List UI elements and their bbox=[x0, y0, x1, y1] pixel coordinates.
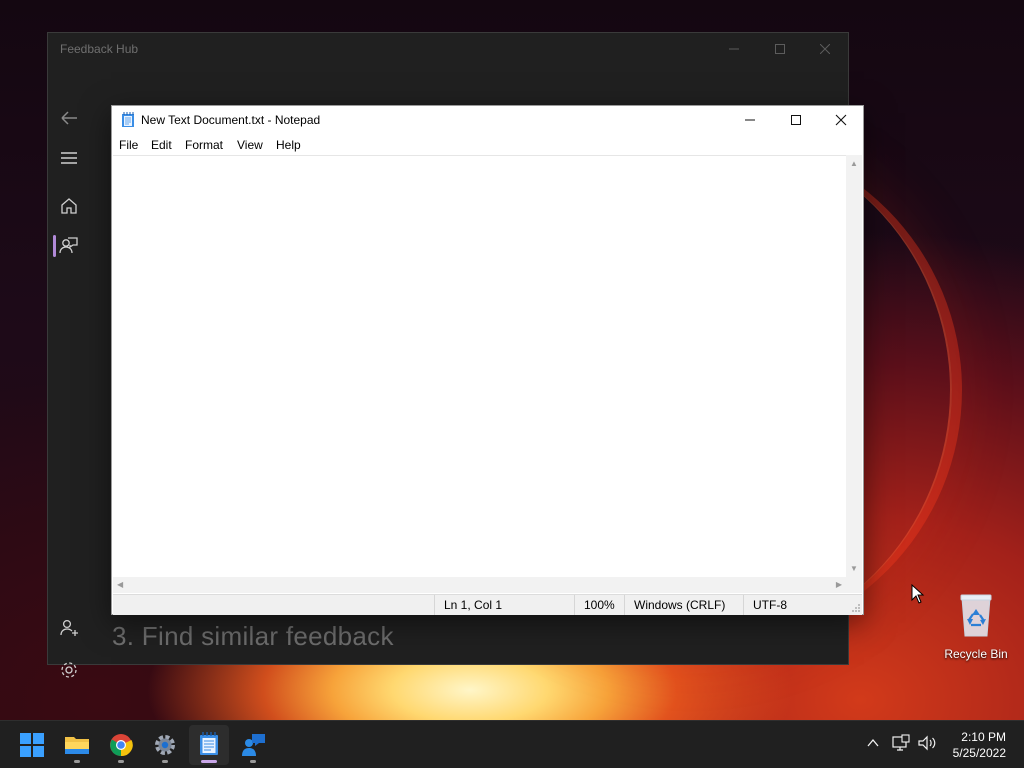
taskbar-chrome[interactable] bbox=[101, 725, 141, 765]
maximize-button[interactable] bbox=[773, 106, 819, 134]
menu-format[interactable]: Format bbox=[185, 138, 223, 152]
start-icon bbox=[20, 733, 44, 757]
step-heading: 3. Find similar feedback bbox=[112, 621, 394, 651]
nav-rail bbox=[48, 65, 90, 678]
taskbar-feedback-hub[interactable] bbox=[233, 725, 273, 765]
status-line-ending: Windows (CRLF) bbox=[624, 595, 743, 615]
nav-home[interactable] bbox=[56, 193, 82, 219]
menu-help[interactable]: Help bbox=[276, 138, 301, 152]
recycle-bin-icon bbox=[960, 594, 992, 637]
back-arrow-icon bbox=[61, 111, 77, 125]
resize-grip-icon[interactable] bbox=[851, 603, 861, 613]
nav-settings[interactable] bbox=[56, 657, 82, 683]
clock-time: 2:10 PM bbox=[961, 730, 1006, 744]
taskbar: 2:10 PM 5/25/2022 bbox=[0, 720, 1024, 768]
chevron-up-icon[interactable] bbox=[866, 736, 880, 750]
scroll-down-icon[interactable]: ▼ bbox=[850, 564, 858, 573]
nav-account[interactable] bbox=[56, 615, 82, 641]
horizontal-scrollbar[interactable]: ◀ ▶ bbox=[113, 577, 846, 593]
status-bar: Ln 1, Col 1 100% Windows (CRLF) UTF-8 bbox=[113, 594, 862, 615]
notepad-icon bbox=[122, 112, 134, 127]
feedback-hub-title: Feedback Hub bbox=[60, 42, 139, 56]
mouse-cursor-icon bbox=[911, 584, 925, 604]
status-encoding: UTF-8 bbox=[743, 595, 853, 615]
hamburger-icon bbox=[61, 152, 77, 164]
taskbar-notepad[interactable] bbox=[189, 725, 229, 765]
running-indicator bbox=[74, 760, 80, 763]
menu-view[interactable]: View bbox=[237, 138, 263, 152]
feedback-hub-titlebar[interactable]: Feedback Hub bbox=[48, 33, 848, 65]
running-indicator bbox=[162, 760, 168, 763]
status-zoom: 100% bbox=[574, 595, 624, 615]
scroll-right-icon[interactable]: ▶ bbox=[836, 580, 842, 589]
vertical-scrollbar[interactable]: ▲ ▼ bbox=[846, 155, 862, 577]
maximize-icon bbox=[775, 44, 785, 54]
gear-icon bbox=[61, 662, 77, 678]
minimize-button[interactable] bbox=[719, 39, 749, 59]
volume-icon[interactable] bbox=[917, 734, 937, 752]
recycle-bin-label: Recycle Bin bbox=[944, 647, 1008, 661]
menu-button[interactable] bbox=[56, 145, 82, 171]
notepad-window: New Text Document.txt - Notepad File Edi… bbox=[111, 105, 864, 615]
start-button[interactable] bbox=[12, 725, 52, 765]
active-indicator bbox=[201, 760, 217, 763]
close-button[interactable] bbox=[810, 39, 840, 59]
notepad-icon bbox=[200, 732, 218, 755]
back-button[interactable] bbox=[56, 105, 82, 131]
chrome-icon bbox=[110, 734, 133, 757]
menu-edit[interactable]: Edit bbox=[151, 138, 172, 152]
taskbar-file-explorer[interactable] bbox=[57, 725, 97, 765]
home-icon bbox=[61, 198, 77, 214]
file-explorer-icon bbox=[65, 737, 89, 754]
window-title: New Text Document.txt - Notepad bbox=[141, 113, 321, 127]
scrollbar-corner bbox=[846, 577, 862, 593]
recycle-bin[interactable]: Recycle Bin bbox=[940, 592, 1012, 661]
close-icon bbox=[819, 43, 831, 55]
minimize-icon bbox=[729, 48, 739, 50]
notepad-titlebar[interactable]: New Text Document.txt - Notepad bbox=[112, 106, 863, 134]
running-indicator bbox=[118, 760, 124, 763]
close-icon bbox=[835, 114, 847, 126]
minimize-button[interactable] bbox=[727, 106, 773, 134]
close-button[interactable] bbox=[818, 106, 864, 134]
menu-bar: File Edit Format View Help bbox=[112, 136, 863, 154]
system-clock[interactable]: 2:10 PM 5/25/2022 bbox=[953, 729, 1006, 761]
add-person-icon bbox=[60, 619, 78, 636]
running-indicator bbox=[250, 760, 256, 763]
taskbar-settings[interactable] bbox=[145, 725, 185, 765]
status-position: Ln 1, Col 1 bbox=[434, 595, 574, 615]
feedback-icon bbox=[59, 237, 78, 254]
maximize-button[interactable] bbox=[765, 39, 795, 59]
nav-feedback[interactable] bbox=[56, 233, 82, 259]
clock-date: 5/25/2022 bbox=[952, 746, 1006, 760]
network-icon[interactable] bbox=[892, 734, 910, 752]
feedback-hub-icon bbox=[242, 734, 265, 756]
scroll-up-icon[interactable]: ▲ bbox=[850, 159, 858, 168]
scroll-left-icon[interactable]: ◀ bbox=[117, 580, 123, 589]
settings-icon bbox=[155, 735, 175, 755]
minimize-icon bbox=[745, 119, 755, 121]
maximize-icon bbox=[791, 114, 801, 125]
text-editor[interactable] bbox=[113, 155, 846, 578]
menu-file[interactable]: File bbox=[119, 138, 138, 152]
